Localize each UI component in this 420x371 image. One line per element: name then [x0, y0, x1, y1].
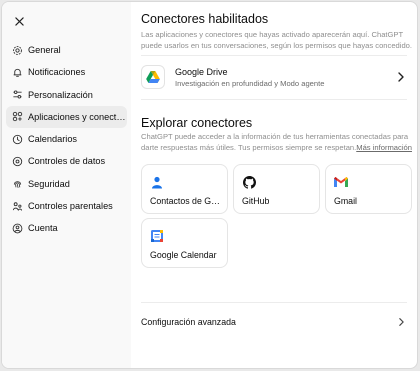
sidebar-item-notifications[interactable]: Notificaciones	[6, 61, 127, 83]
gmail-icon	[334, 175, 348, 189]
connectors-panel: Conectores habilitados Las aplicaciones …	[131, 2, 417, 368]
chevron-right-icon	[397, 70, 405, 88]
connector-card-label: GitHub	[242, 196, 270, 206]
more-info-link[interactable]: Más información	[356, 143, 412, 152]
connector-card-label: Google Calendar	[150, 250, 217, 260]
sidebar-item-general[interactable]: General	[6, 39, 127, 61]
divider	[141, 302, 407, 303]
clock-icon	[12, 134, 23, 145]
sidebar-item-label: Calendarios	[28, 134, 78, 145]
sidebar-item-label: Controles parentales	[28, 201, 113, 212]
gear-icon	[12, 45, 23, 56]
google-drive-row[interactable]: Google Drive Investigación en profundida…	[141, 60, 407, 94]
divider	[141, 99, 407, 100]
sidebar-item-label: Seguridad	[28, 178, 70, 189]
fingerprint-icon	[12, 178, 23, 189]
sidebar-item-label: Aplicaciones y conectores	[28, 111, 127, 122]
sidebar-item-account[interactable]: Cuenta	[6, 217, 127, 239]
sidebar-item-label: Personalización	[28, 89, 93, 100]
connector-card-google-calendar[interactable]: Google Calendar	[141, 218, 228, 268]
account-icon	[12, 223, 23, 234]
enabled-connectors-title: Conectores habilitados	[141, 12, 269, 26]
google-calendar-icon	[150, 229, 164, 243]
settings-sidebar: General Notificaciones Personalización A…	[2, 2, 131, 368]
apps-icon	[12, 111, 23, 122]
sidebar-item-personalization[interactable]: Personalización	[6, 84, 127, 106]
advanced-settings-label: Configuración avanzada	[141, 317, 236, 327]
sliders-icon	[12, 89, 23, 100]
sidebar-item-label: General	[28, 45, 61, 55]
sidebar-item-label: Controles de datos	[28, 156, 106, 167]
sidebar-item-data-controls[interactable]: Controles de datos	[6, 150, 127, 172]
github-icon	[242, 175, 256, 189]
data-controls-icon	[12, 156, 23, 167]
sidebar-item-label: Notificaciones	[28, 67, 86, 78]
connector-card-google-contacts[interactable]: Contactos de Google	[141, 164, 228, 214]
connector-card-gmail[interactable]: Gmail	[325, 164, 412, 214]
enabled-connectors-description: Las aplicaciones y conectores que hayas …	[141, 30, 413, 50]
divider	[141, 55, 407, 56]
google-drive-subtitle: Investigación en profundidad y Modo agen…	[175, 78, 325, 88]
advanced-settings-row[interactable]: Configuración avanzada	[141, 310, 407, 334]
parental-icon	[12, 201, 23, 212]
connector-card-github[interactable]: GitHub	[233, 164, 320, 214]
settings-nav: General Notificaciones Personalización A…	[6, 39, 127, 240]
close-icon[interactable]	[11, 13, 27, 29]
connector-card-label: Contactos de Google	[150, 196, 224, 206]
sidebar-item-calendars[interactable]: Calendarios	[6, 128, 127, 150]
sidebar-item-parental-controls[interactable]: Controles parentales	[6, 195, 127, 217]
google-drive-name: Google Drive	[175, 66, 228, 77]
google-contacts-icon	[150, 175, 164, 189]
sidebar-item-label: Cuenta	[28, 223, 58, 234]
explore-connectors-title: Explorar conectores	[141, 116, 253, 130]
explore-connectors-description: ChatGPT puede acceder a la información d…	[141, 132, 413, 153]
settings-window: General Notificaciones Personalización A…	[1, 1, 418, 369]
sidebar-item-security[interactable]: Seguridad	[6, 173, 127, 195]
sidebar-item-apps-connectors[interactable]: Aplicaciones y conectores	[6, 105, 127, 128]
bell-icon	[12, 67, 23, 78]
chevron-right-icon	[398, 317, 405, 329]
google-drive-icon	[141, 65, 165, 89]
connector-card-label: Gmail	[334, 196, 357, 206]
